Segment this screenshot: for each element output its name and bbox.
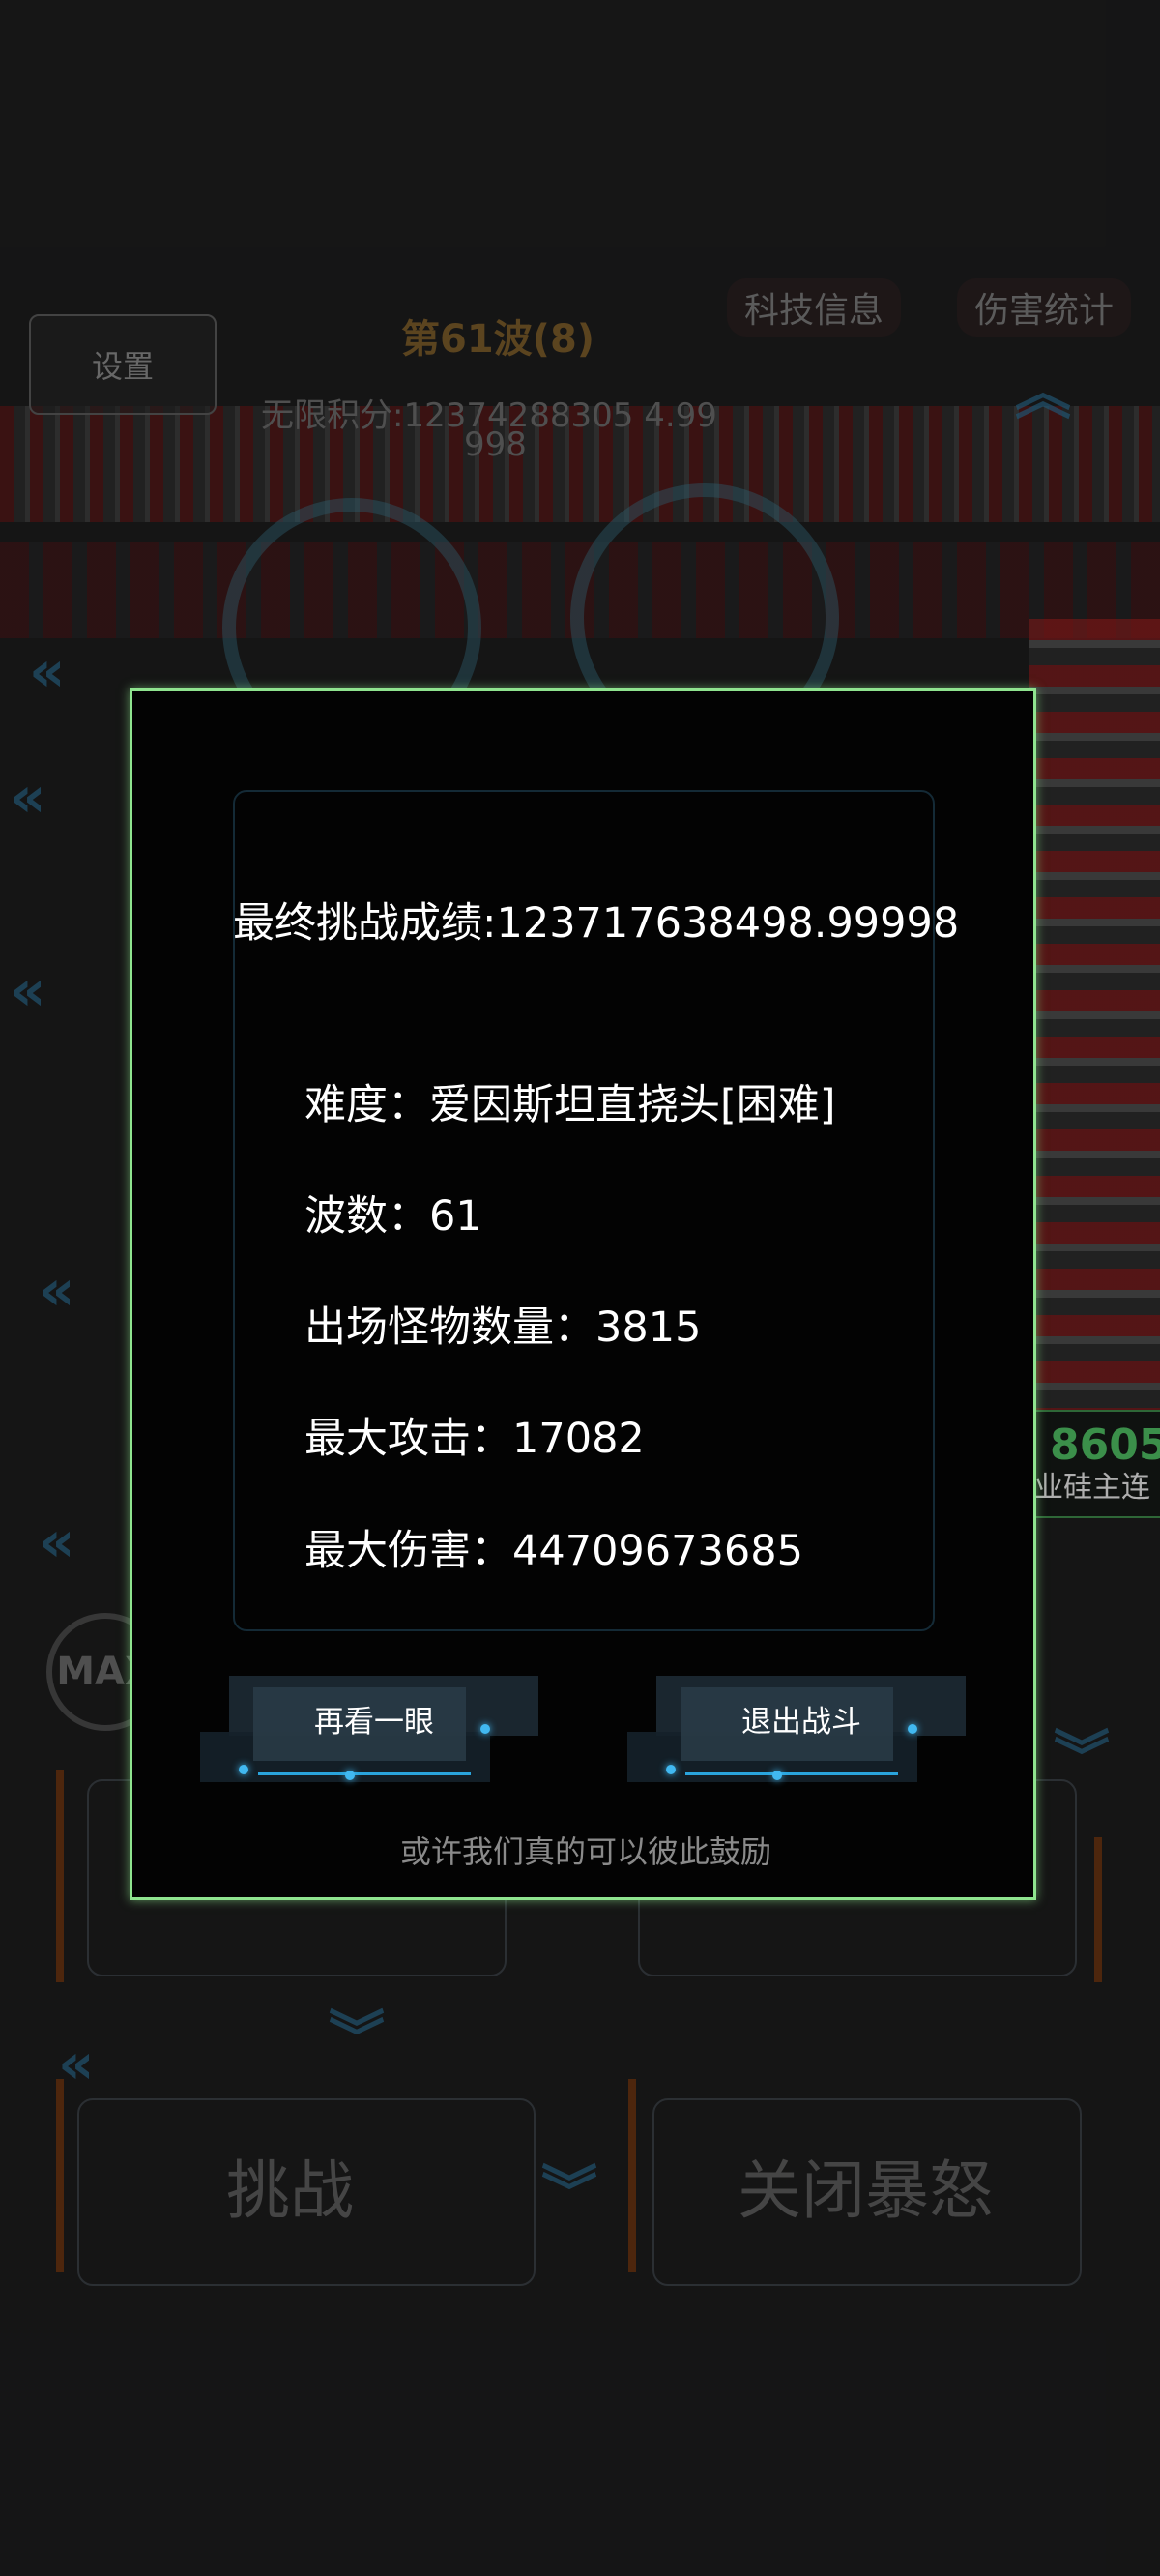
waves-stat: 波数：61 (304, 1192, 482, 1241)
look-again-label: 再看一眼 (314, 1705, 434, 1740)
button-accent-line (258, 1772, 471, 1775)
monster-count-stat: 出场怪物数量：3815 (304, 1303, 702, 1352)
final-score: 最终挑战成绩:123717638498.99998 (233, 899, 960, 948)
button-accent-line (685, 1772, 898, 1775)
look-again-button[interactable]: 再看一眼 (200, 1676, 548, 1782)
button-accent-dot (345, 1771, 355, 1780)
encouragement-text: 或许我们真的可以彼此鼓励 (399, 1833, 771, 1870)
button-accent-dot (666, 1765, 676, 1774)
exit-battle-label: 退出战斗 (741, 1705, 861, 1740)
button-accent-dot (239, 1765, 248, 1774)
battle-result-modal: 最终挑战成绩:123717638498.99998 难度：爱因斯坦直挠头[困难]… (130, 688, 1036, 1900)
difficulty-stat: 难度：爱因斯坦直挠头[困难] (304, 1081, 836, 1129)
button-accent-dot (772, 1771, 782, 1780)
max-attack-stat: 最大攻击：17082 (304, 1415, 645, 1463)
exit-battle-button[interactable]: 退出战斗 (627, 1676, 975, 1782)
max-damage-stat: 最大伤害：44709673685 (304, 1527, 803, 1575)
